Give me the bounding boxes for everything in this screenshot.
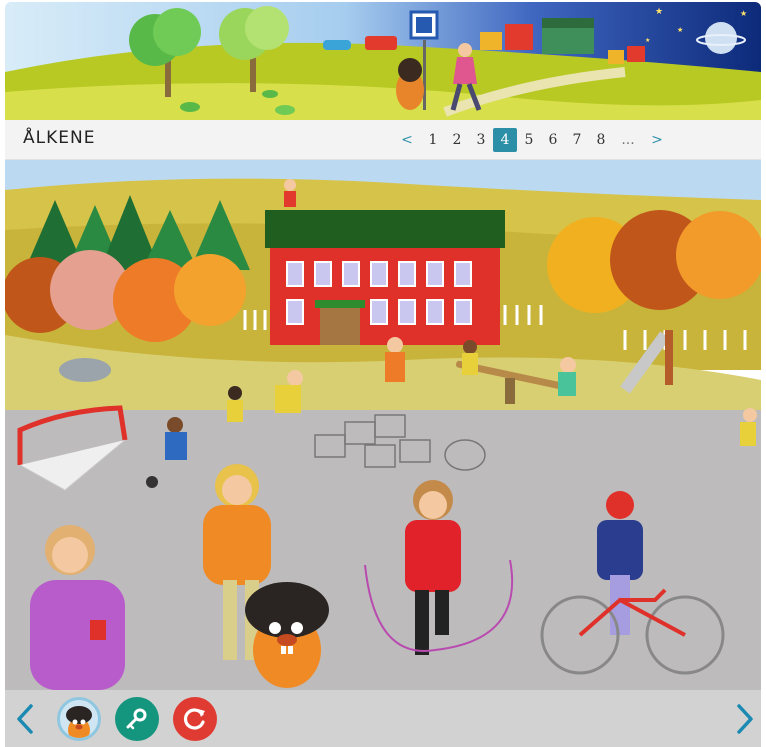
schoolyard-illustration: [5, 160, 761, 690]
reload-button[interactable]: [173, 697, 217, 741]
svg-text:★: ★: [677, 26, 683, 34]
pagination-next[interactable]: >: [643, 128, 671, 152]
page-title: ÅLKENE: [23, 128, 96, 148]
app-frame: ★ ★ ★ ★ ÅLKENE < 1 2 3 4 5 6 7 8 ... >: [0, 0, 766, 747]
pagination-prev[interactable]: <: [393, 128, 421, 152]
chevron-left-icon: [17, 704, 33, 734]
scene-svg: [5, 160, 761, 690]
page-link-6[interactable]: 6: [541, 128, 565, 152]
chevron-right-icon: [737, 704, 753, 734]
page-link-8[interactable]: 8: [589, 128, 613, 152]
bottom-toolbar: [5, 690, 761, 747]
key-icon: [126, 708, 147, 730]
prev-page-button[interactable]: [11, 702, 41, 736]
svg-text:★: ★: [645, 37, 650, 44]
key-button[interactable]: [115, 697, 159, 741]
page-link-5[interactable]: 5: [517, 128, 541, 152]
pagination-ellipsis: ...: [621, 132, 635, 148]
page-link-2[interactable]: 2: [445, 128, 469, 152]
reload-icon: [183, 708, 205, 730]
next-page-button[interactable]: [729, 702, 759, 736]
pagination: < 1 2 3 4 5 6 7 8 ... >: [393, 128, 671, 152]
page-link-4-current[interactable]: 4: [493, 128, 517, 152]
header-banner: ★ ★ ★ ★: [5, 2, 761, 120]
svg-text:★: ★: [740, 9, 747, 18]
avatar-button[interactable]: [57, 697, 101, 741]
banner-illustration: ★ ★ ★ ★: [5, 2, 761, 120]
svg-text:★: ★: [655, 7, 663, 17]
page-link-1[interactable]: 1: [421, 128, 445, 152]
page-link-7[interactable]: 7: [565, 128, 589, 152]
page-link-3[interactable]: 3: [469, 128, 493, 152]
title-bar: ÅLKENE < 1 2 3 4 5 6 7 8 ... >: [5, 120, 761, 160]
mole-mascot-icon: [66, 706, 92, 738]
